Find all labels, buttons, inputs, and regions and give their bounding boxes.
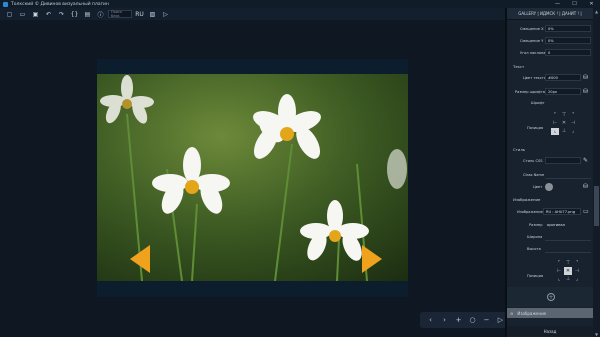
comment-icon[interactable]: ▤	[82, 9, 93, 19]
bg-color-picker-icon[interactable]: ⛁	[583, 183, 588, 190]
offset-y-label: Смещение Y	[520, 39, 544, 43]
class-name-label: Class Name	[523, 173, 545, 177]
text-position-grid: ⌜ ⊤ ⌝ ⊢ ✕ ⊣ ⌞ ⊥ ⌟	[551, 111, 577, 135]
size-label: Размер	[529, 223, 543, 227]
font-picker-icon[interactable]: ⛁	[583, 88, 588, 95]
css-style-label: Стиль CSS	[523, 159, 543, 163]
angle-label: Угол наклона	[520, 51, 546, 55]
search-input[interactable]: Поиск блок	[108, 10, 132, 18]
text-color-field[interactable]: #000	[545, 74, 581, 81]
position-label: Позиция	[527, 126, 544, 130]
img-align-bottom-right-icon[interactable]: ⌟	[573, 276, 581, 283]
zoom-out-icon[interactable]: −	[480, 314, 493, 326]
size-field[interactable]: оригинал	[545, 221, 591, 228]
bg-color-label: Цвет	[533, 185, 543, 189]
prev-slide-arrow[interactable]	[130, 245, 150, 273]
maximize-button[interactable]: ☐	[566, 0, 583, 8]
canvas-navigation: ‹ › + ○ − ▷	[420, 312, 511, 328]
minimize-button[interactable]: —	[549, 0, 566, 8]
img-align-top-icon[interactable]: ⊤	[564, 259, 572, 266]
app-icon	[3, 1, 8, 7]
bg-color-swatch[interactable]	[545, 183, 553, 191]
close-button[interactable]: ✕	[583, 0, 600, 8]
save-icon[interactable]: ▣	[30, 9, 41, 19]
scroll-down-icon[interactable]: ▼	[593, 331, 600, 337]
text-color-label: Цвет текста	[523, 76, 547, 80]
redo-icon[interactable]: ↷	[56, 9, 67, 19]
align-bottom-left-icon[interactable]: ⌞	[551, 127, 559, 135]
align-top-right-icon[interactable]: ⌝	[569, 111, 577, 118]
panel-header: GALLERY | ИДМСК ! | ДАНИТ ! |	[507, 8, 593, 20]
title-bar: Толкский © Дивинов визуальный плагин	[0, 0, 600, 8]
image-section-title: Изображение	[513, 197, 541, 202]
scroll-up-icon[interactable]: ▲	[593, 8, 600, 14]
font-label: Шрифт	[531, 101, 545, 105]
image-label: Изображение	[517, 210, 543, 214]
align-bottom-icon[interactable]: ⊥	[560, 128, 568, 135]
info-icon[interactable]: ⓘ	[95, 9, 106, 19]
scroll-thumb[interactable]	[594, 186, 599, 226]
height-field[interactable]	[545, 252, 591, 253]
align-bottom-right-icon[interactable]: ⌟	[569, 128, 577, 135]
align-top-left-icon[interactable]: ⌜	[551, 111, 559, 118]
img-align-left-icon[interactable]: ⊢	[555, 267, 563, 274]
img-align-bottom-icon[interactable]: ⊥	[564, 276, 572, 283]
image-icon[interactable]: ▧	[147, 9, 158, 19]
toolbar: ▢ ▭ ▣ ↶ ↷ {} ▤ ⓘ Поиск блок RU ▧ ▷	[0, 8, 505, 20]
play-icon[interactable]: ▷	[160, 9, 171, 19]
window-title: Толкский © Дивинов визуальный плагин	[11, 1, 109, 7]
new-file-icon[interactable]: ▢	[4, 9, 15, 19]
img-align-top-right-icon[interactable]: ⌝	[573, 259, 581, 266]
image-list-item[interactable]: ⊖ Изображение	[507, 308, 593, 318]
window-controls: — ☐ ✕	[549, 0, 600, 8]
height-label: Высота	[527, 247, 541, 251]
chevron-right-icon[interactable]: ›	[438, 314, 451, 326]
language-button[interactable]: RU	[134, 9, 145, 19]
img-align-top-left-icon[interactable]: ⌜	[555, 259, 563, 266]
css-style-field[interactable]	[545, 157, 581, 164]
img-align-right-icon[interactable]: ⊣	[573, 267, 581, 274]
back-button[interactable]: Назад	[507, 326, 593, 336]
width-field[interactable]	[545, 240, 591, 241]
image-path-field[interactable]: RU : AHU77.png	[543, 208, 581, 215]
text-section-title: Текст	[513, 64, 525, 69]
offset-x-field[interactable]: 0%	[545, 25, 591, 32]
align-left-icon[interactable]: ⊢	[551, 119, 559, 126]
angle-field[interactable]: 0	[545, 49, 591, 56]
expand-icon: ⊖	[510, 310, 514, 316]
code-icon[interactable]: {}	[69, 9, 80, 19]
offset-x-label: Смещение Х	[520, 27, 544, 31]
chevron-left-icon[interactable]: ‹	[424, 314, 437, 326]
img-align-bottom-left-icon[interactable]: ⌞	[555, 276, 563, 283]
zoom-reset-icon[interactable]: ○	[466, 314, 479, 326]
image-position-label: Позиция	[527, 274, 544, 278]
add-item-icon[interactable]: +	[547, 293, 555, 301]
properties-panel: GALLERY | ИДМСК ! | ДАНИТ ! | Смещение Х…	[507, 8, 593, 337]
style-section-title: Стиль	[513, 147, 525, 152]
color-picker-icon[interactable]: ⛁	[583, 74, 588, 81]
width-label: Ширина	[527, 235, 543, 239]
offset-y-field[interactable]: 0%	[545, 37, 591, 44]
img-align-center-icon[interactable]: ✕	[564, 267, 572, 275]
zoom-in-icon[interactable]: +	[452, 314, 465, 326]
font-size-label: Размер шрифта	[515, 90, 545, 94]
align-right-icon[interactable]: ⊣	[569, 119, 577, 126]
open-folder-icon[interactable]: ▭	[17, 9, 28, 19]
align-top-icon[interactable]: ⊤	[560, 111, 568, 118]
folder-icon[interactable]: ▭	[583, 208, 589, 215]
font-size-field[interactable]: 20px	[545, 88, 581, 95]
next-slide-arrow[interactable]	[362, 245, 382, 273]
edit-pencil-icon[interactable]: ✎	[583, 157, 588, 164]
undo-icon[interactable]: ↶	[43, 9, 54, 19]
panel-scrollbar[interactable]: ▲ ▼	[593, 8, 600, 337]
align-center-icon[interactable]: ✕	[560, 119, 568, 126]
class-name-field[interactable]	[545, 178, 591, 179]
image-position-grid: ⌜ ⊤ ⌝ ⊢ ✕ ⊣ ⌞ ⊥ ⌟	[555, 259, 581, 283]
